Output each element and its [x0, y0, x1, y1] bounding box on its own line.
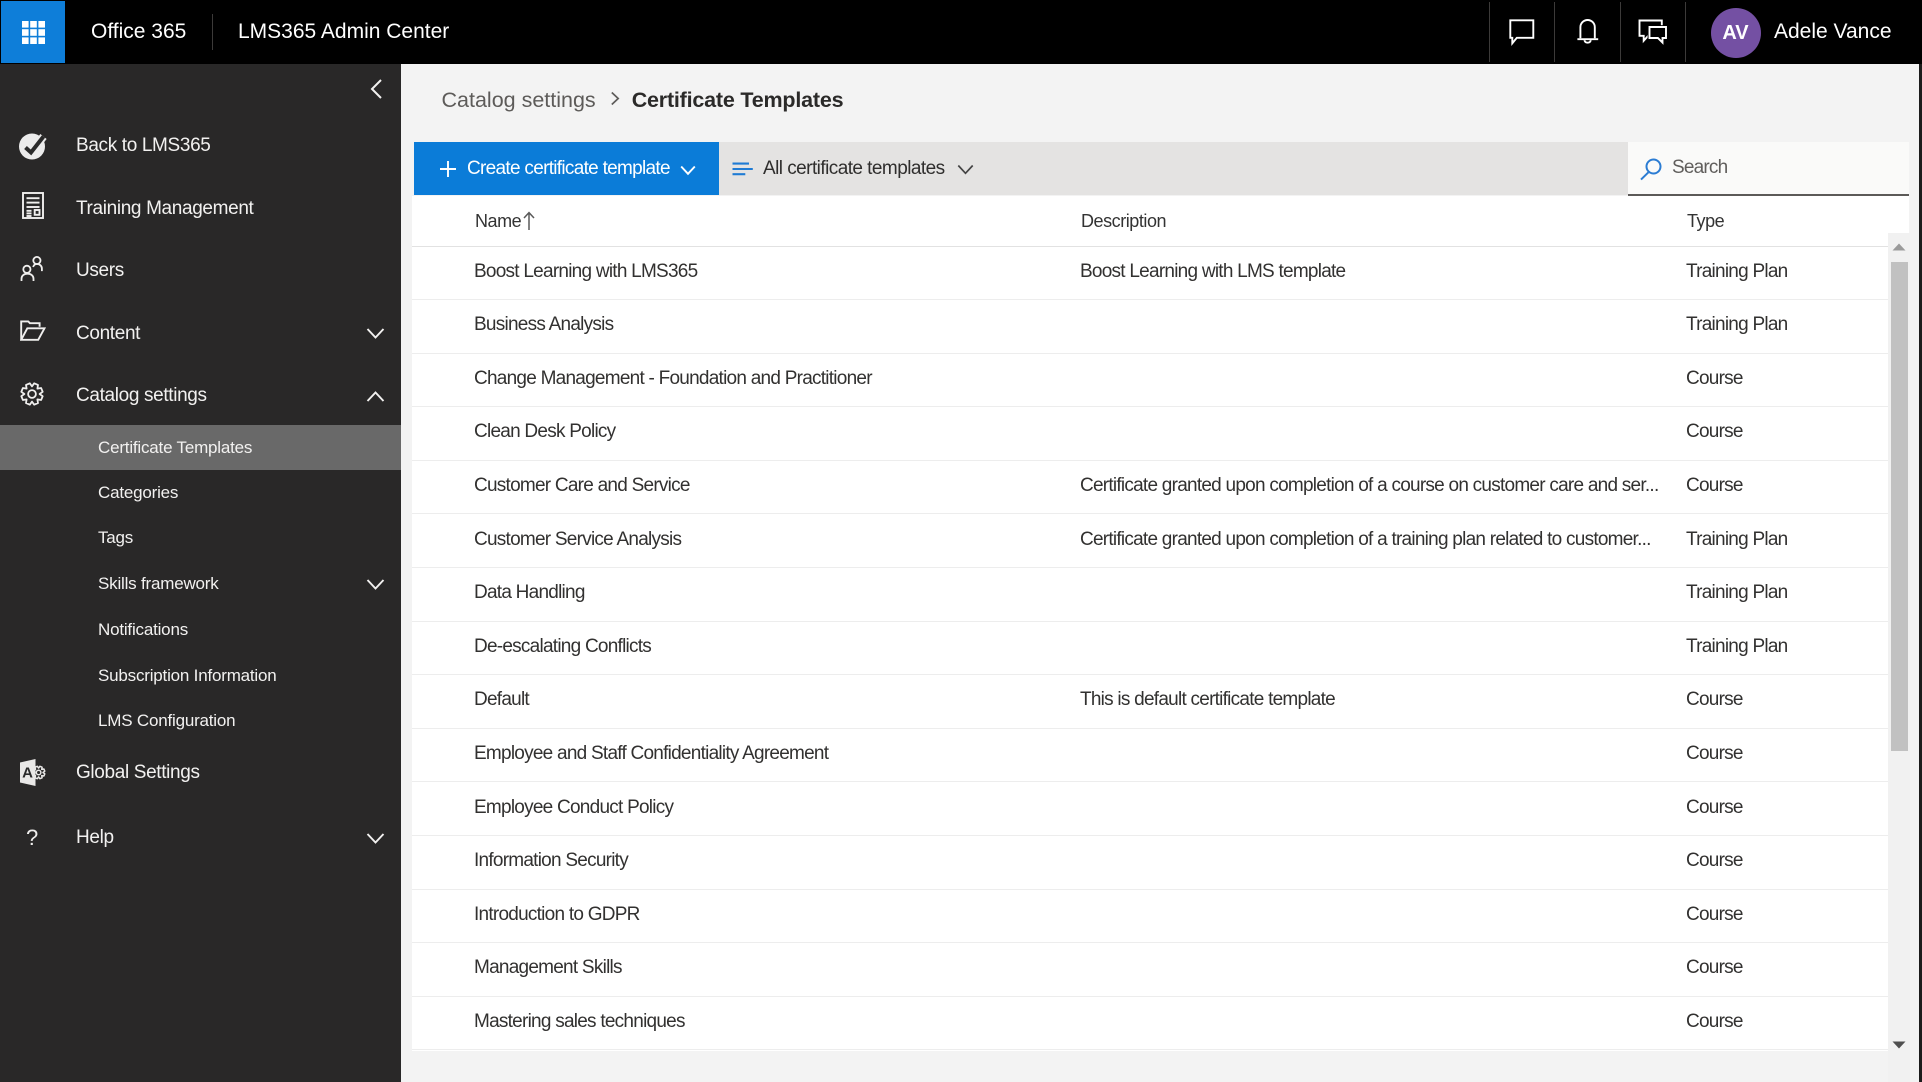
svg-text:A: A: [22, 765, 33, 782]
